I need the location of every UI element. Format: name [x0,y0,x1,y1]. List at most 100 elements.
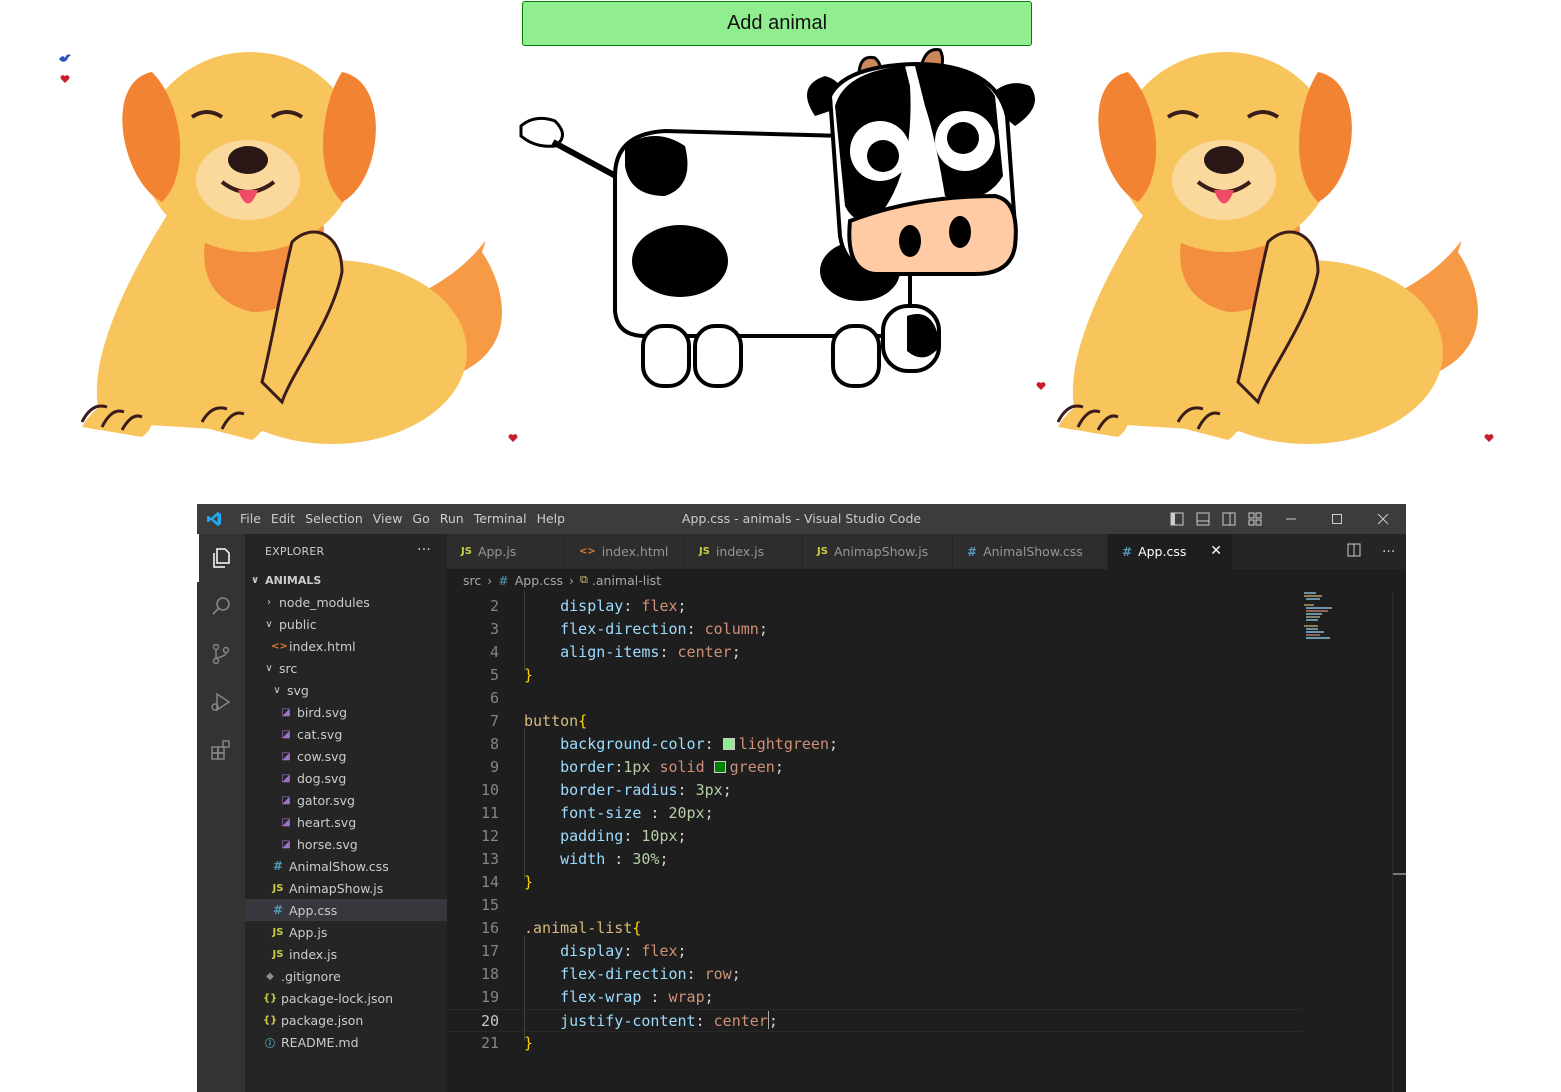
breadcrumb-item[interactable]: src [463,573,481,588]
tree-item-label: public [279,616,317,632]
close-window-icon[interactable] [1360,504,1406,534]
source-control-icon[interactable] [197,630,245,678]
toggle-primary-sidebar-icon[interactable] [1164,504,1190,534]
menu-run[interactable]: Run [440,504,471,534]
css-file-icon: # [272,903,284,917]
explorer-more-icon[interactable]: ··· [417,542,431,558]
code-line[interactable]: 3 flex-direction: column; [447,618,1302,641]
menu-help[interactable]: Help [537,504,573,534]
color-swatch[interactable] [722,738,735,750]
code-line[interactable]: 19 flex-wrap : wrap; [447,986,1302,1009]
folder-item[interactable]: › node_modules [245,591,447,613]
folder-item[interactable]: ∨ public [245,613,447,635]
add-animal-button[interactable]: Add animal [522,1,1032,46]
file-item[interactable]: JS App.js [245,921,447,943]
file-item[interactable]: ◆ .gitignore [245,965,447,987]
code-line[interactable]: 13 width : 30%; [447,848,1302,871]
code-line[interactable]: 4 align-items: center; [447,641,1302,664]
file-item[interactable]: # AnimalShow.css [245,855,447,877]
file-item[interactable]: ◪ horse.svg [245,833,447,855]
maximize-icon[interactable] [1314,504,1360,534]
tree-item-label: bird.svg [297,704,348,720]
search-icon[interactable] [197,582,245,630]
tab-app-js[interactable]: JS App.js [447,534,565,569]
code-token: ; [659,850,669,868]
toggle-secondary-sidebar-icon[interactable] [1216,504,1242,534]
dog-image[interactable] [62,42,512,446]
file-item[interactable]: {} package.json [245,1009,447,1031]
menu-file[interactable]: File [240,504,268,534]
tab-index-html[interactable]: <> index.html [565,534,685,569]
code-line[interactable]: 5} [447,664,1302,687]
menu-go[interactable]: Go [412,504,436,534]
file-item[interactable]: {} package-lock.json [245,987,447,1009]
json-file-icon: {} [263,992,278,1004]
code-line[interactable]: 7 button{ [447,710,1302,733]
file-item[interactable]: ⓘ README.md [245,1031,447,1053]
tab-index-js[interactable]: JS index.js [685,534,803,569]
file-item[interactable]: JS AnimapShow.js [245,877,447,899]
cow-image[interactable] [515,46,1040,391]
file-item[interactable]: ◪ bird.svg [245,701,447,723]
code-token: : [623,597,642,615]
run-debug-icon[interactable] [197,678,245,726]
workspace-section[interactable]: ∨ ANIMALS [245,569,447,591]
code-line[interactable]: 21} [447,1032,1302,1055]
code-token: flex-direction [560,965,687,983]
menu-terminal[interactable]: Terminal [474,504,534,534]
code-line[interactable]: 20 justify-content: center; [447,1009,1302,1032]
split-editor-icon[interactable] [1347,542,1361,561]
tree-item-label: cat.svg [297,726,343,742]
menu-view[interactable]: View [373,504,410,534]
breadcrumb-item[interactable]: App.css [515,573,563,588]
code-line[interactable]: 16 .animal-list{ [447,917,1302,940]
code-token: ; [677,597,687,615]
file-item[interactable]: ◪ cow.svg [245,745,447,767]
tab-label: AnimalShow.css [983,544,1083,559]
line-number: 10 [480,781,499,799]
code-line[interactable]: 14} [447,871,1302,894]
extensions-icon[interactable] [197,726,245,774]
file-item[interactable]: ◪ cat.svg [245,723,447,745]
menu-selection[interactable]: Selection [305,504,370,534]
minimap[interactable] [1302,591,1342,651]
code-line[interactable]: 2 display: flex; [447,595,1302,618]
file-item[interactable]: # App.css [245,899,447,921]
tab-animalshow-css[interactable]: # AnimalShow.css [953,534,1108,569]
code-line[interactable]: 10 border-radius: 3px; [447,779,1302,802]
menu-edit[interactable]: Edit [271,504,302,534]
dog-image[interactable] [1038,42,1488,446]
code-text: padding: 10px; [524,825,686,848]
file-item[interactable]: <> index.html [245,635,447,657]
file-item[interactable]: JS index.js [245,943,447,965]
folder-item[interactable]: ∨ src [245,657,447,679]
editor-scrollbar[interactable] [1392,591,1406,1092]
code-line[interactable]: 15 [447,894,1302,917]
code-line[interactable]: 11 font-size : 20px; [447,802,1302,825]
code-editor[interactable]: 2 display: flex; 3 flex-direction: column… [447,591,1392,1092]
close-tab-icon[interactable]: ✕ [1210,543,1222,559]
explorer-icon[interactable] [197,534,245,582]
file-item[interactable]: ◪ gator.svg [245,789,447,811]
minimize-icon[interactable] [1268,504,1314,534]
tab-app-css[interactable]: # App.css ✕ [1108,534,1233,569]
breadcrumb-item[interactable]: .animal-list [592,573,661,588]
code-line[interactable]: 12 padding: 10px; [447,825,1302,848]
folder-item[interactable]: ∨ svg [245,679,447,701]
customize-layout-icon[interactable] [1242,504,1268,534]
code-line[interactable]: 8 background-color: lightgreen; [447,733,1302,756]
code-line[interactable]: 6 [447,687,1302,710]
tab-animapshow-js[interactable]: JS AnimapShow.js [803,534,953,569]
code-line[interactable]: 9 border:1px solid green; [447,756,1302,779]
code-line[interactable]: 18 flex-direction: row; [447,963,1302,986]
css-file-icon: # [967,544,978,559]
more-actions-icon[interactable]: ··· [1382,544,1395,560]
toggle-panel-icon[interactable] [1190,504,1216,534]
file-item[interactable]: ◪ heart.svg [245,811,447,833]
line-number: 9 [489,758,499,776]
file-item[interactable]: ◪ dog.svg [245,767,447,789]
color-swatch[interactable] [713,761,726,773]
code-line[interactable]: 17 display: flex; [447,940,1302,963]
